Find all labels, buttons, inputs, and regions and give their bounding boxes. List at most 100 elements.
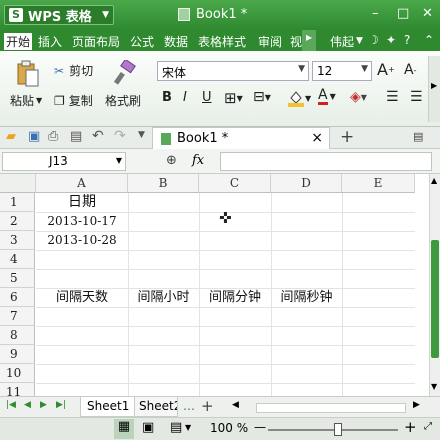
undo-icon[interactable]: ↶	[92, 128, 104, 144]
cell-a2[interactable]: 2013-10-17	[36, 212, 128, 231]
row-header[interactable]: 5	[0, 269, 35, 288]
name-box[interactable]: J13 ▼	[2, 152, 126, 171]
cell-a1[interactable]: 日期	[36, 193, 128, 212]
column-header-a[interactable]: A	[36, 174, 128, 193]
zoom-lens-icon[interactable]: ⊕	[166, 153, 177, 168]
fullscreen-icon[interactable]: ⤢	[424, 421, 432, 432]
format-painter-icon[interactable]	[114, 60, 136, 86]
zoom-slider-handle[interactable]	[334, 423, 342, 436]
vertical-scrollbar[interactable]: ▲ ▼	[429, 174, 440, 396]
shrink-font-button[interactable]: A-	[404, 62, 416, 78]
zoom-out-button[interactable]: —	[254, 420, 266, 434]
menu-review[interactable]: 审阅	[258, 33, 282, 50]
tab-list-icon[interactable]: ▤	[413, 130, 423, 143]
save-icon[interactable]: ▣	[28, 129, 40, 144]
bold-button[interactable]: B	[162, 90, 172, 105]
page-break-view-icon[interactable]: ▤	[170, 420, 182, 435]
zoom-slider[interactable]	[268, 429, 398, 431]
row-header[interactable]: 2	[0, 212, 35, 231]
close-window-button[interactable]: ✕	[422, 6, 433, 21]
redo-icon[interactable]: ↷	[114, 128, 126, 144]
menu-view[interactable]: 视	[290, 33, 302, 50]
wps-menu-button[interactable]: S WPS 表格 ▼	[4, 5, 114, 25]
add-sheet-button[interactable]: +	[201, 397, 214, 415]
menu-formulas[interactable]: 公式	[130, 33, 154, 50]
row-header[interactable]: 11	[0, 383, 35, 396]
row-header[interactable]: 7	[0, 307, 35, 326]
cell-a6[interactable]: 间隔天数	[36, 288, 128, 307]
menu-scroll-right-button[interactable]: ▸	[302, 30, 316, 51]
spreadsheet-grid[interactable]: A B C D E 1 2 3 4 5 6 7 8 9 10 11 日期 201…	[0, 174, 415, 396]
scroll-left-icon[interactable]: ◀	[232, 400, 239, 410]
merge-cells-button[interactable]: ⊟ ▼	[253, 89, 271, 105]
align-center-button[interactable]: ☰	[410, 89, 423, 105]
scroll-up-icon[interactable]: ▲	[431, 176, 437, 185]
vertical-scroll-thumb[interactable]	[431, 240, 439, 358]
normal-view-icon[interactable]: ▦	[114, 419, 134, 439]
column-header-b[interactable]: B	[128, 174, 199, 193]
clear-format-button[interactable]: ◈ ▼	[350, 89, 367, 105]
cell-b6[interactable]: 间隔小时	[128, 288, 199, 307]
last-sheet-icon[interactable]: ▶|	[56, 400, 66, 410]
shirt-icon[interactable]: ✦	[386, 33, 396, 47]
grow-font-button[interactable]: A +	[377, 60, 395, 79]
cell-a3[interactable]: 2013-10-28	[36, 231, 128, 250]
row-header[interactable]: 9	[0, 345, 35, 364]
row-header[interactable]: 1	[0, 193, 35, 212]
underline-button[interactable]: U	[202, 90, 212, 105]
copy-button[interactable]: ❐ 复制	[54, 92, 93, 109]
menu-home[interactable]: 开始	[4, 33, 33, 50]
help-icon[interactable]: ?	[404, 33, 410, 47]
first-sheet-icon[interactable]: |◀	[6, 400, 16, 410]
align-left-button[interactable]: ☰	[386, 89, 399, 105]
row-header[interactable]: 10	[0, 364, 35, 383]
menu-data[interactable]: 数据	[164, 33, 188, 50]
zoom-in-button[interactable]: +	[404, 418, 417, 436]
font-name-select[interactable]: 宋体 ▼	[157, 61, 309, 81]
minimize-button[interactable]: –	[372, 6, 379, 21]
next-sheet-icon[interactable]: ▶	[40, 400, 47, 410]
column-header-c[interactable]: C	[199, 174, 271, 193]
row-header[interactable]: 3	[0, 231, 35, 250]
cut-button[interactable]: ✂ 剪切	[54, 62, 93, 79]
customize-toolbar-icon[interactable]: ▼	[138, 130, 145, 140]
font-size-select[interactable]: 12 ▼	[312, 61, 372, 81]
row-header[interactable]: 4	[0, 250, 35, 269]
menu-table-style[interactable]: 表格样式	[198, 33, 246, 50]
font-color-button[interactable]: A ▼	[318, 88, 336, 105]
column-header-e[interactable]: E	[342, 174, 415, 193]
column-header-d[interactable]: D	[271, 174, 342, 193]
select-all-corner[interactable]	[0, 174, 36, 193]
open-folder-icon[interactable]: ▰	[6, 129, 16, 144]
row-header[interactable]: 8	[0, 326, 35, 345]
borders-button[interactable]: ⊞ ▼	[224, 89, 243, 107]
tab-book1[interactable]: Book1 * ×	[152, 127, 330, 149]
paste-button[interactable]: 粘贴 ▼	[10, 92, 42, 109]
scroll-down-icon[interactable]: ▼	[431, 382, 437, 391]
cell-d6[interactable]: 间隔秒钟	[271, 288, 342, 307]
prev-sheet-icon[interactable]: ◀	[24, 400, 31, 410]
ribbon-scroll-button[interactable]: ▶	[428, 56, 440, 122]
fill-color-button[interactable]: ▼	[287, 89, 311, 107]
new-tab-button[interactable]: +	[340, 127, 354, 147]
print-icon[interactable]: ⎙	[48, 129, 58, 144]
close-tab-button[interactable]: ×	[311, 130, 323, 146]
insert-function-button[interactable]: fx	[192, 153, 204, 168]
print-preview-icon[interactable]: ▤	[70, 129, 82, 144]
cell-c6[interactable]: 间隔分钟	[199, 288, 271, 307]
more-sheets-button[interactable]: …	[183, 399, 195, 413]
paste-icon[interactable]	[16, 60, 40, 88]
ribbon-collapse-icon[interactable]: ⌃	[424, 33, 434, 47]
format-painter-button[interactable]: 格式刷	[105, 92, 141, 109]
scroll-right-icon[interactable]: ▶	[413, 400, 420, 410]
formula-input[interactable]	[220, 152, 432, 171]
horizontal-scrollbar[interactable]	[256, 403, 406, 413]
row-header[interactable]: 6	[0, 288, 35, 307]
sheet-tab-sheet1[interactable]: Sheet1	[80, 397, 137, 417]
menu-insert[interactable]: 插入	[38, 33, 62, 50]
skin-icon[interactable]: ☽	[368, 33, 379, 47]
menu-page-layout[interactable]: 页面布局	[72, 33, 120, 50]
maximize-button[interactable]: □	[397, 6, 409, 21]
user-name[interactable]: 伟起	[330, 33, 354, 50]
page-layout-view-icon[interactable]: ▣	[142, 420, 154, 435]
